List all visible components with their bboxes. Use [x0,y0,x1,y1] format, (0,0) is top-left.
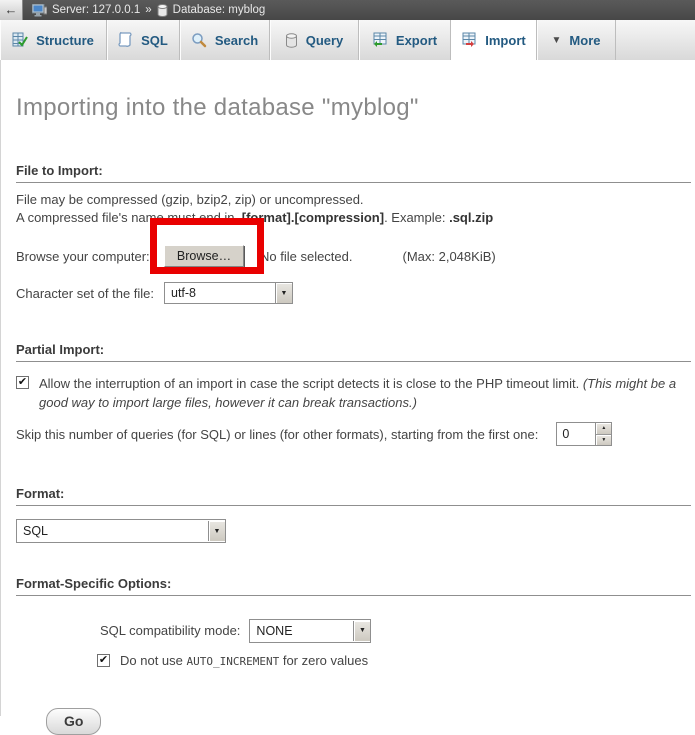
file-import-description: File may be compressed (gzip, bzip2, zip… [16,191,695,227]
spinner-down-icon[interactable]: ▼ [596,434,611,446]
file-upload-row: Browse your computer: Browse… No file se… [16,243,695,269]
auto-increment-checkbox[interactable]: ✔ [97,654,110,667]
back-button[interactable]: ← [0,0,23,20]
tab-sql[interactable]: SQL [107,20,180,60]
no-file-selected-text: No file selected. [260,249,353,264]
search-icon [191,32,207,48]
export-icon [372,32,388,48]
charset-row: Character set of the file: utf-8 ▼ [16,281,695,305]
tab-export-label: Export [396,33,437,48]
breadcrumb-database[interactable]: Database: myblog [173,4,266,16]
auto-increment-row: ✔ Do not use AUTO_INCREMENT for zero val… [97,653,695,668]
auto-increment-code: AUTO_INCREMENT [187,655,280,668]
naming-pattern: .[format].[compression] [238,210,384,225]
tab-bar: Structure SQL Search Query [0,20,695,60]
sql-compatibility-row: SQL compatibility mode: NONE ▼ [100,618,695,643]
sql-compatibility-select[interactable]: NONE ▼ [249,619,371,643]
spinner: ▲ ▼ [595,423,611,445]
skip-queries-input[interactable]: 0 ▲ ▼ [556,422,612,446]
sql-compatibility-value: NONE [250,624,353,638]
skip-queries-row: Skip this number of queries (for SQL) or… [16,421,695,447]
format-select-row: SQL ▼ [16,519,695,543]
page-title: Importing into the database "myblog" [16,60,695,122]
naming-example: .sql.zip [449,210,493,225]
tab-import[interactable]: Import [451,20,537,60]
browse-label: Browse your computer: [16,249,164,264]
dropdown-arrow-icon[interactable]: ▼ [208,521,225,541]
dropdown-arrow-icon[interactable]: ▼ [353,621,370,641]
breadcrumb-separator: » [145,4,151,16]
charset-select-value: utf-8 [165,286,275,300]
max-upload-size: (Max: 2,048KiB) [403,249,496,264]
allow-interrupt-text: Allow the interruption of an import in c… [39,376,583,391]
tab-more[interactable]: ▼ More [537,20,616,60]
section-heading-format-specific: Format-Specific Options: [16,576,691,596]
breadcrumb: Server: 127.0.0.1 » Database: myblog [32,4,265,17]
section-heading-file-to-import: File to Import: [16,163,691,183]
format-select[interactable]: SQL ▼ [16,519,226,543]
allow-interrupt-label: Allow the interruption of an import in c… [39,374,687,412]
dropdown-arrow-icon[interactable]: ▼ [275,283,292,303]
import-icon [461,32,477,48]
spinner-up-icon[interactable]: ▲ [596,423,611,434]
compression-info-line: File may be compressed (gzip, bzip2, zip… [16,191,695,209]
charset-select[interactable]: utf-8 ▼ [164,282,293,304]
charset-label: Character set of the file: [16,286,164,301]
naming-info-line: A compressed file's name must end in .[f… [16,209,695,227]
breadcrumb-server[interactable]: Server: 127.0.0.1 [52,4,140,16]
chevron-down-icon: ▼ [552,35,562,46]
server-icon [32,4,47,17]
allow-interrupt-checkbox[interactable]: ✔ [16,376,29,389]
naming-info-mid: . Example: [384,210,449,225]
sql-compatibility-label: SQL compatibility mode: [100,623,240,638]
auto-increment-suffix: for zero values [279,653,368,668]
tab-search-label: Search [215,33,258,48]
section-heading-partial-import: Partial Import: [16,342,691,362]
tab-query[interactable]: Query [270,20,359,60]
tab-structure-label: Structure [36,33,94,48]
tab-export[interactable]: Export [359,20,451,60]
tab-import-label: Import [485,33,525,48]
structure-icon [12,32,28,48]
tab-query-label: Query [306,33,344,48]
database-icon [157,4,168,17]
section-heading-format: Format: [16,486,691,506]
skip-queries-value: 0 [557,423,595,445]
breadcrumb-bar: ← Server: 127.0.0.1 » Database: myblog [0,0,695,20]
naming-info-prefix: A compressed file's name must end in [16,210,238,225]
tab-structure[interactable]: Structure [0,20,107,60]
auto-increment-label: Do not use AUTO_INCREMENT for zero value… [120,653,368,668]
allow-interrupt-row: ✔ Allow the interruption of an import in… [16,374,695,412]
import-page: Importing into the database "myblog" Fil… [0,60,695,716]
auto-increment-prefix: Do not use [120,653,187,668]
go-button[interactable]: Go [46,708,101,735]
query-icon [285,33,298,48]
tab-sql-label: SQL [141,33,168,48]
tab-search[interactable]: Search [180,20,270,60]
skip-queries-label: Skip this number of queries (for SQL) or… [16,427,538,442]
sql-icon [118,32,133,48]
tab-more-label: More [569,33,600,48]
browse-button[interactable]: Browse… [164,245,244,267]
format-select-value: SQL [17,524,208,538]
